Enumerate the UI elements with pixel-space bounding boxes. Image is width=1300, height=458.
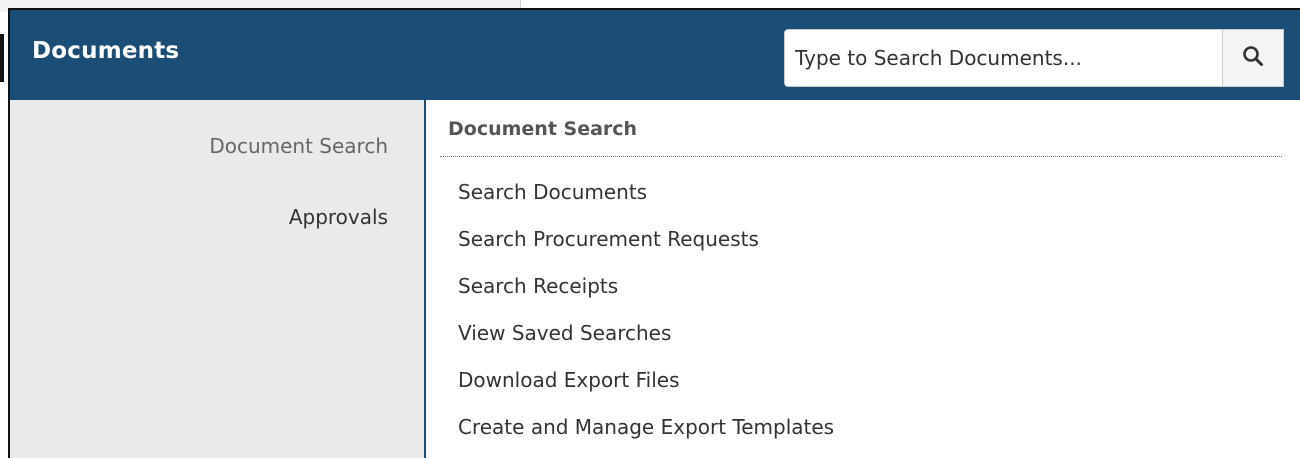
section-title: Document Search	[448, 118, 638, 140]
sidebar-item-approvals[interactable]: Approvals	[289, 205, 388, 229]
panel-header: Documents	[10, 10, 1300, 100]
sidebar: Document Search Approvals	[10, 100, 426, 458]
link-search-receipts[interactable]: Search Receipts	[458, 268, 834, 315]
panel-body: Document Search Approvals Document Searc…	[10, 100, 1300, 458]
link-download-export-files[interactable]: Download Export Files	[458, 362, 834, 409]
document-search-links: Search Documents Search Procurement Requ…	[458, 174, 834, 456]
page-title: Documents	[32, 38, 180, 64]
link-create-manage-export-templates[interactable]: Create and Manage Export Templates	[458, 409, 834, 456]
link-search-documents[interactable]: Search Documents	[458, 174, 834, 221]
search-button[interactable]	[1222, 29, 1284, 87]
sidebar-item-document-search[interactable]: Document Search	[209, 134, 388, 158]
panel-edge	[0, 34, 4, 82]
search-box	[784, 29, 1284, 87]
page: Documents Document Search Approvals	[0, 0, 1300, 458]
content-area: Document Search Search Documents Search …	[426, 100, 1300, 458]
search-input[interactable]	[784, 29, 1222, 87]
link-search-procurement-requests[interactable]: Search Procurement Requests	[458, 221, 834, 268]
link-view-saved-searches[interactable]: View Saved Searches	[458, 315, 834, 362]
section-divider	[440, 156, 1282, 157]
search-icon	[1242, 45, 1264, 71]
documents-panel: Documents Document Search Approvals	[8, 8, 1300, 458]
